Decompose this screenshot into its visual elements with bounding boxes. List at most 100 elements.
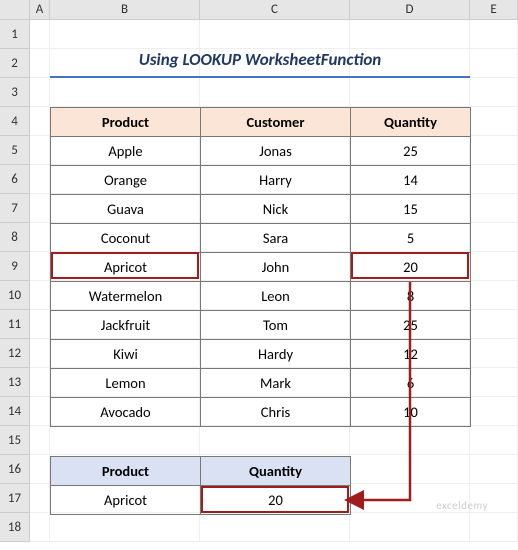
cell[interactable]: [470, 397, 518, 426]
cell[interactable]: [30, 78, 50, 107]
cell-product[interactable]: Avocado: [51, 398, 201, 427]
cell-customer[interactable]: Sara: [201, 224, 351, 253]
header-quantity[interactable]: Quantity: [351, 108, 471, 137]
row-header-16[interactable]: 16: [0, 455, 30, 484]
cell-quantity[interactable]: 12: [351, 340, 471, 369]
cell[interactable]: [350, 513, 470, 542]
cell-customer[interactable]: Mark: [201, 369, 351, 398]
cell[interactable]: [30, 513, 50, 542]
row-header-18[interactable]: 18: [0, 513, 30, 542]
cell[interactable]: [30, 484, 50, 513]
cell-quantity[interactable]: 15: [351, 195, 471, 224]
row-header-8[interactable]: 8: [0, 223, 30, 252]
cell[interactable]: [470, 310, 518, 339]
cell-product[interactable]: Apple: [51, 137, 201, 166]
cell[interactable]: [30, 107, 50, 136]
cell[interactable]: [30, 252, 50, 281]
cell-quantity[interactable]: 8: [351, 282, 471, 311]
row-header-13[interactable]: 13: [0, 368, 30, 397]
cell-customer[interactable]: Nick: [201, 195, 351, 224]
cell[interactable]: [30, 49, 50, 78]
cell-product[interactable]: Lemon: [51, 369, 201, 398]
cell[interactable]: [470, 20, 518, 49]
row-header-9[interactable]: 9: [0, 252, 30, 281]
cell[interactable]: [200, 426, 350, 455]
lookup-header-product[interactable]: Product: [51, 457, 201, 486]
cell-customer[interactable]: Hardy: [201, 340, 351, 369]
cell-customer[interactable]: Chris: [201, 398, 351, 427]
row-header-12[interactable]: 12: [0, 339, 30, 368]
cell-quantity[interactable]: 10: [351, 398, 471, 427]
cell-customer[interactable]: Jonas: [201, 137, 351, 166]
row-header-2[interactable]: 2: [0, 49, 30, 78]
cell[interactable]: [30, 165, 50, 194]
col-header-C[interactable]: C: [200, 0, 350, 19]
cell-quantity[interactable]: 6: [351, 369, 471, 398]
cell-quantity[interactable]: 5: [351, 224, 471, 253]
cell[interactable]: [470, 426, 518, 455]
cell[interactable]: [470, 339, 518, 368]
cell-product[interactable]: Coconut: [51, 224, 201, 253]
lookup-header-quantity[interactable]: Quantity: [201, 457, 351, 486]
lookup-product-cell[interactable]: Apricot: [51, 486, 201, 515]
cell-product[interactable]: Watermelon: [51, 282, 201, 311]
cell[interactable]: [350, 426, 470, 455]
cell[interactable]: [50, 78, 200, 107]
cell-product[interactable]: Kiwi: [51, 340, 201, 369]
cell[interactable]: [30, 339, 50, 368]
col-header-E[interactable]: E: [470, 0, 518, 19]
cell[interactable]: [350, 20, 470, 49]
cell[interactable]: [470, 455, 518, 484]
cell[interactable]: [470, 107, 518, 136]
cell[interactable]: [30, 194, 50, 223]
cell[interactable]: [470, 513, 518, 542]
cell-customer[interactable]: Tom: [201, 311, 351, 340]
col-header-D[interactable]: D: [350, 0, 470, 19]
cell[interactable]: [350, 78, 470, 107]
row-header-5[interactable]: 5: [0, 136, 30, 165]
cell-product[interactable]: Apricot: [51, 253, 201, 282]
cell-customer[interactable]: Harry: [201, 166, 351, 195]
cell[interactable]: [470, 165, 518, 194]
cell[interactable]: [470, 368, 518, 397]
header-customer[interactable]: Customer: [201, 108, 351, 137]
row-header-6[interactable]: 6: [0, 165, 30, 194]
row-header-7[interactable]: 7: [0, 194, 30, 223]
cell[interactable]: [470, 136, 518, 165]
cell-product[interactable]: Orange: [51, 166, 201, 195]
row-header-14[interactable]: 14: [0, 397, 30, 426]
cell[interactable]: [350, 455, 470, 484]
row-header-15[interactable]: 15: [0, 426, 30, 455]
cell[interactable]: [30, 368, 50, 397]
cell[interactable]: [200, 78, 350, 107]
lookup-quantity-cell[interactable]: 20: [201, 486, 351, 515]
cell[interactable]: [470, 223, 518, 252]
cell-quantity[interactable]: 20: [351, 253, 471, 282]
cell-customer[interactable]: Leon: [201, 282, 351, 311]
cell[interactable]: [30, 20, 50, 49]
cell[interactable]: [30, 397, 50, 426]
cell[interactable]: [30, 310, 50, 339]
cell[interactable]: [470, 78, 518, 107]
cell[interactable]: [30, 426, 50, 455]
cell-product[interactable]: Guava: [51, 195, 201, 224]
row-header-3[interactable]: 3: [0, 78, 30, 107]
row-header-1[interactable]: 1: [0, 20, 30, 49]
cell[interactable]: [50, 426, 200, 455]
col-header-B[interactable]: B: [50, 0, 200, 19]
select-all-corner[interactable]: [0, 0, 30, 19]
cell[interactable]: [30, 281, 50, 310]
row-header-10[interactable]: 10: [0, 281, 30, 310]
row-header-4[interactable]: 4: [0, 107, 30, 136]
cell[interactable]: [470, 194, 518, 223]
cell[interactable]: [200, 20, 350, 49]
header-product[interactable]: Product: [51, 108, 201, 137]
cell[interactable]: [470, 252, 518, 281]
cell-quantity[interactable]: 25: [351, 137, 471, 166]
cell[interactable]: [200, 513, 350, 542]
cell[interactable]: [30, 223, 50, 252]
cell[interactable]: [50, 20, 200, 49]
cell[interactable]: [30, 136, 50, 165]
cell[interactable]: [470, 49, 518, 78]
row-header-11[interactable]: 11: [0, 310, 30, 339]
